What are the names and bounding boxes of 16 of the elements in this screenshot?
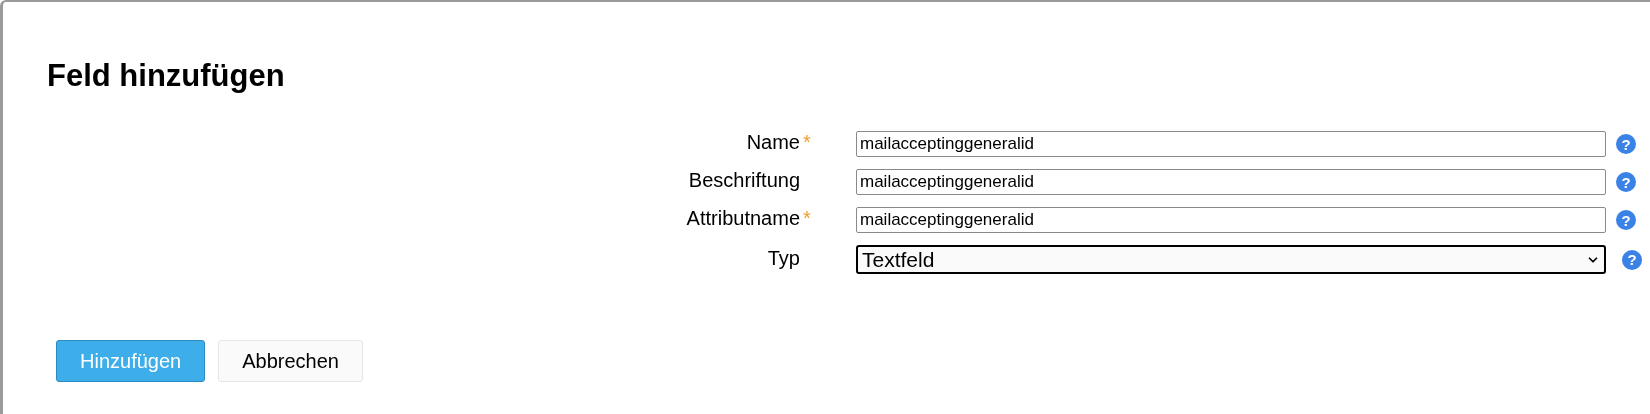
field-label: Typ [767,246,800,269]
field-label: Beschriftung [688,169,800,191]
help-icon[interactable]: ? [1616,210,1636,230]
text-input[interactable]: mailacceptinggeneralid [856,207,1606,233]
help-icon[interactable]: ? [1616,172,1636,192]
required-mark: * [803,131,812,153]
help-icon[interactable]: ? [1622,249,1642,270]
type-select[interactable]: Textfeld [856,245,1606,274]
field-label: Name [746,131,800,153]
help-icon[interactable]: ? [1616,134,1636,154]
text-input[interactable]: mailacceptinggeneralid [856,169,1606,195]
dialog-title: Feld hinzufügen [47,57,286,95]
text-input[interactable]: mailacceptinggeneralid [856,131,1606,157]
cancel-button[interactable]: Abbrechen [218,340,363,382]
required-mark: * [803,207,812,229]
field-label: Attributname [686,207,800,229]
